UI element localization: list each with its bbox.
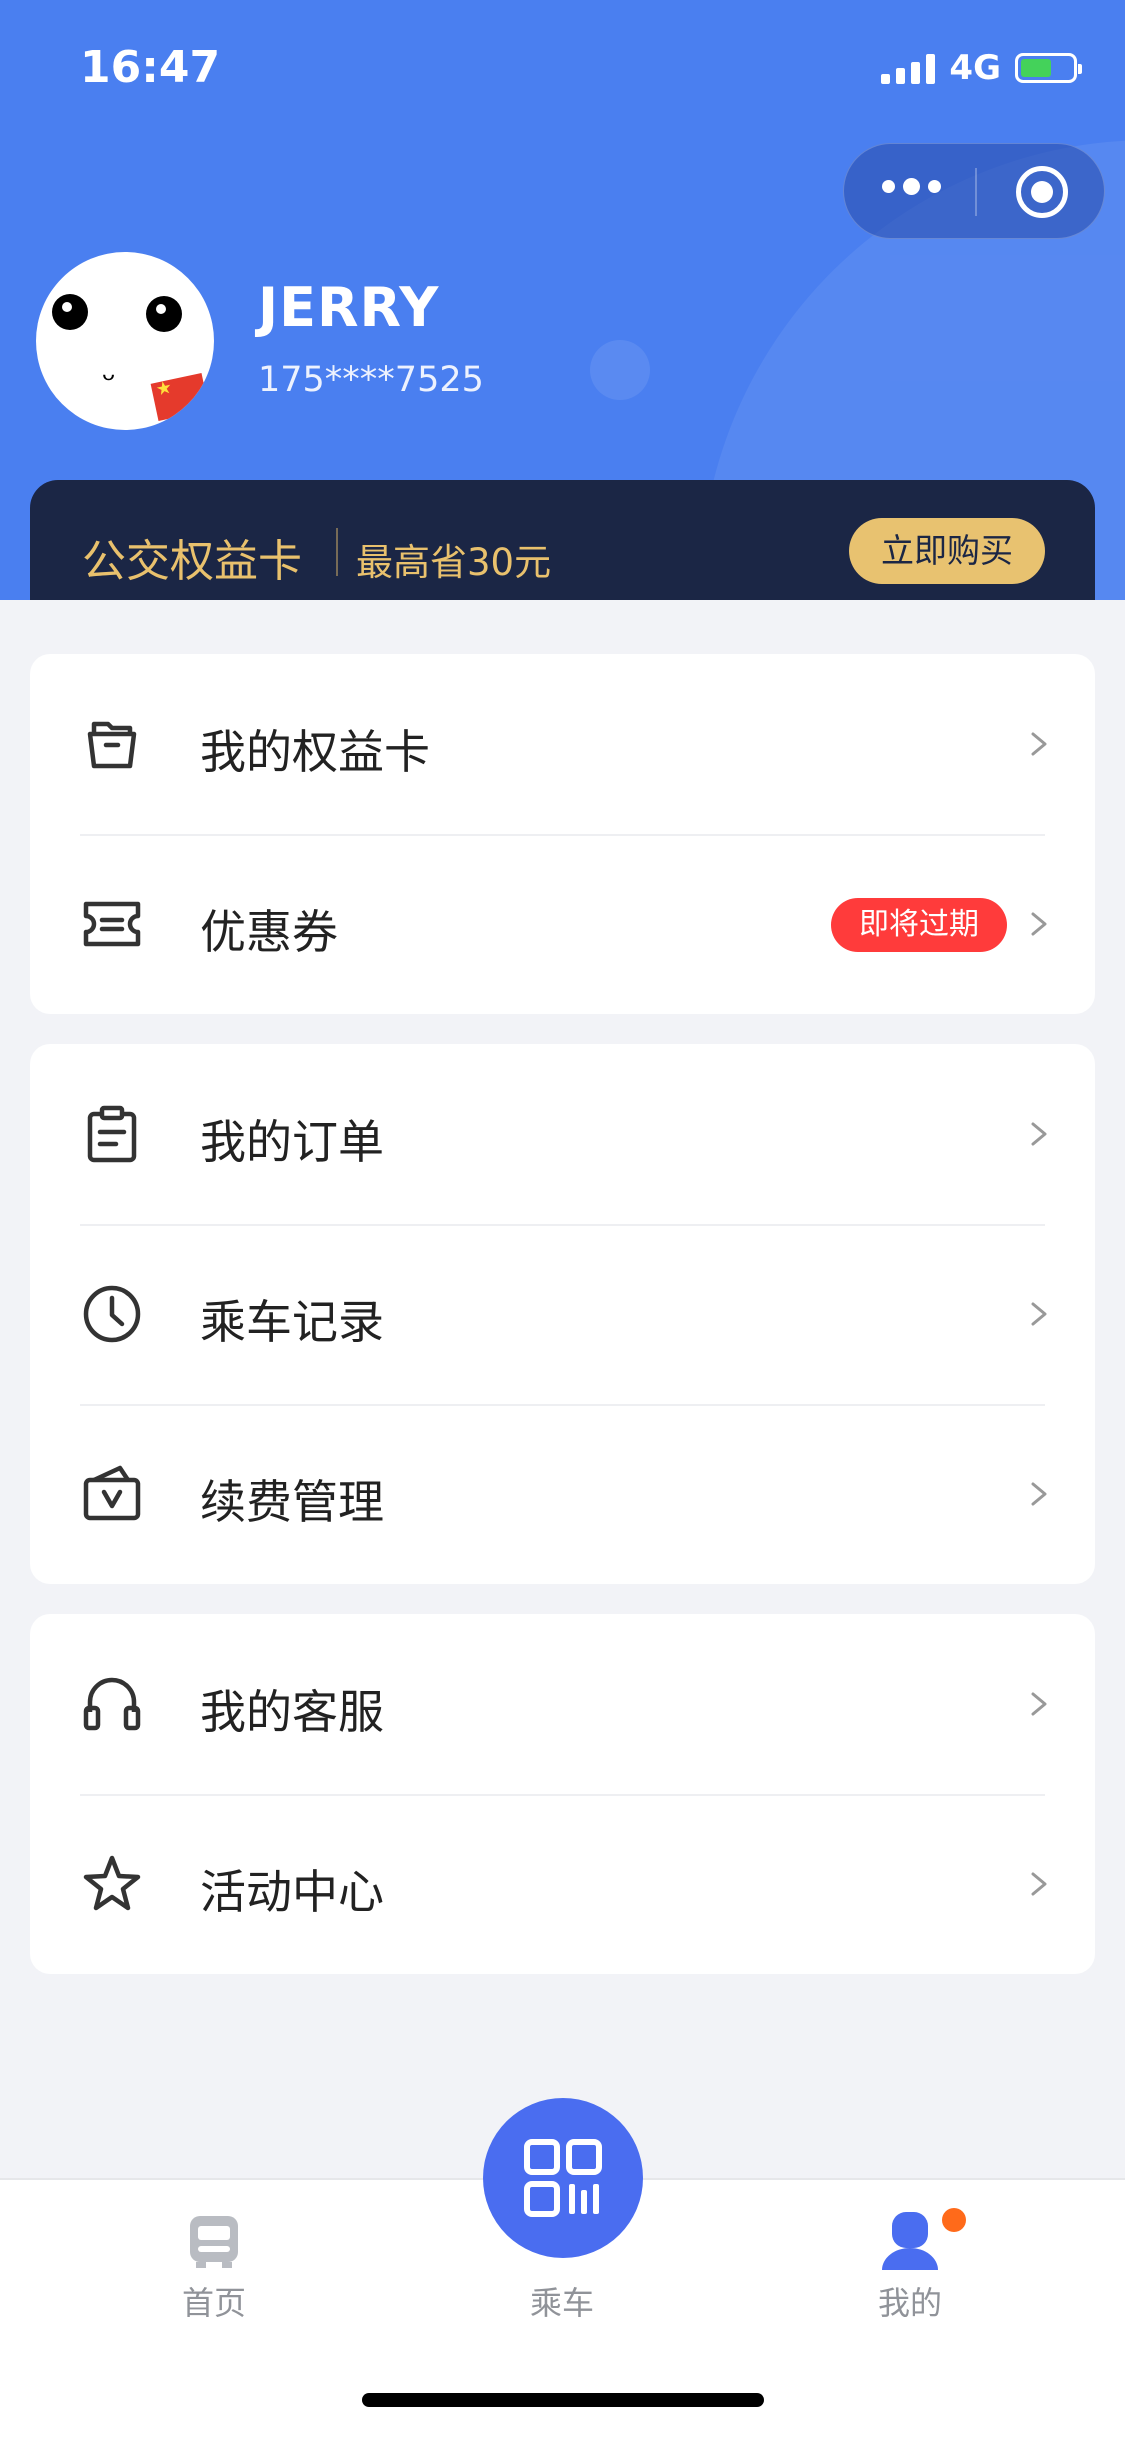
- tab-label: 首页: [181, 2284, 246, 2322]
- chevron-right-icon: [1031, 1122, 1047, 1146]
- star-icon: [83, 1855, 141, 1911]
- notification-dot: [942, 2208, 966, 2232]
- menu-item-label: 活动中心: [200, 1865, 384, 1919]
- user-icon: [882, 2212, 938, 2270]
- promo-subtitle: 最高省30元: [356, 541, 552, 584]
- menu-item-label: 我的权益卡: [200, 725, 430, 779]
- chevron-right-icon: [1031, 1302, 1047, 1326]
- clipboard-icon: [87, 1105, 137, 1163]
- avatar[interactable]: ᵕ: [36, 252, 214, 430]
- avatar-mouth: ᵕ: [102, 360, 117, 400]
- tab-label: 我的: [877, 2284, 942, 2322]
- signal-icon: [881, 52, 936, 84]
- menu-item-benefit-card[interactable]: 我的权益卡: [30, 654, 1095, 834]
- folder-icon: [87, 721, 137, 769]
- chevron-right-icon: [1031, 732, 1047, 756]
- home-indicator: [362, 2393, 764, 2407]
- menu-item-label: 乘车记录: [200, 1295, 384, 1349]
- promo-separator: [336, 528, 338, 576]
- header-decoration-dot: [590, 340, 650, 400]
- bus-icon: [190, 2216, 238, 2268]
- close-target-icon[interactable]: [1016, 166, 1068, 218]
- chevron-right-icon: [1031, 912, 1047, 936]
- qr-code-icon: [524, 2139, 602, 2217]
- menu-group-support: 我的客服 活动中心: [30, 1614, 1095, 1974]
- flag-icon: [150, 373, 210, 421]
- menu-item-orders[interactable]: 我的订单: [30, 1044, 1095, 1224]
- menu-item-label: 我的订单: [200, 1115, 384, 1169]
- clock-icon: [83, 1285, 141, 1343]
- ticket-icon: [83, 901, 141, 947]
- headset-icon: [83, 1677, 141, 1731]
- wallet-icon: [83, 1465, 141, 1521]
- battery-icon: [1015, 53, 1082, 83]
- menu-item-label: 优惠券: [200, 905, 338, 959]
- avatar-left-eye: [52, 294, 88, 330]
- tab-mine[interactable]: 我的: [760, 2180, 1060, 2370]
- status-indicators: 4G: [881, 48, 1082, 88]
- menu-item-label: 我的客服: [200, 1685, 384, 1739]
- menu-item-ride-history[interactable]: 乘车记录: [30, 1224, 1095, 1404]
- tab-label: 乘车: [529, 2284, 594, 2322]
- tab-home[interactable]: 首页: [64, 2180, 364, 2370]
- more-icon[interactable]: [882, 178, 941, 195]
- status-time: 16:47: [80, 42, 221, 93]
- buy-now-button[interactable]: 立即购买: [849, 518, 1045, 584]
- menu-item-label: 续费管理: [200, 1475, 384, 1529]
- mini-program-capsule: [843, 143, 1105, 239]
- menu-item-customer-service[interactable]: 我的客服: [30, 1614, 1095, 1794]
- scan-ride-button[interactable]: [483, 2098, 643, 2258]
- network-type: 4G: [949, 48, 1001, 88]
- expiring-soon-badge: 即将过期: [831, 898, 1007, 952]
- profile-header: 16:47 4G ᵕ JERRY 175****7525 公交权益卡 最高省30…: [0, 0, 1125, 600]
- chevron-right-icon: [1031, 1482, 1047, 1506]
- promo-title: 公交权益卡: [82, 536, 302, 587]
- menu-group-orders: 我的订单 乘车记录 续费管理: [30, 1044, 1095, 1584]
- menu-item-coupons[interactable]: 优惠券 即将过期: [30, 834, 1095, 1014]
- user-phone: 175****7525: [258, 360, 484, 400]
- menu-group-benefits: 我的权益卡 优惠券 即将过期: [30, 654, 1095, 1014]
- chevron-right-icon: [1031, 1692, 1047, 1716]
- menu-item-renewal[interactable]: 续费管理: [30, 1404, 1095, 1584]
- avatar-right-eye: [146, 296, 182, 332]
- user-name: JERRY: [258, 276, 440, 339]
- promo-banner[interactable]: 公交权益卡 最高省30元 立即购买: [30, 480, 1095, 600]
- chevron-right-icon: [1031, 1872, 1047, 1896]
- capsule-divider: [975, 168, 977, 216]
- menu-item-activity-center[interactable]: 活动中心: [30, 1794, 1095, 1974]
